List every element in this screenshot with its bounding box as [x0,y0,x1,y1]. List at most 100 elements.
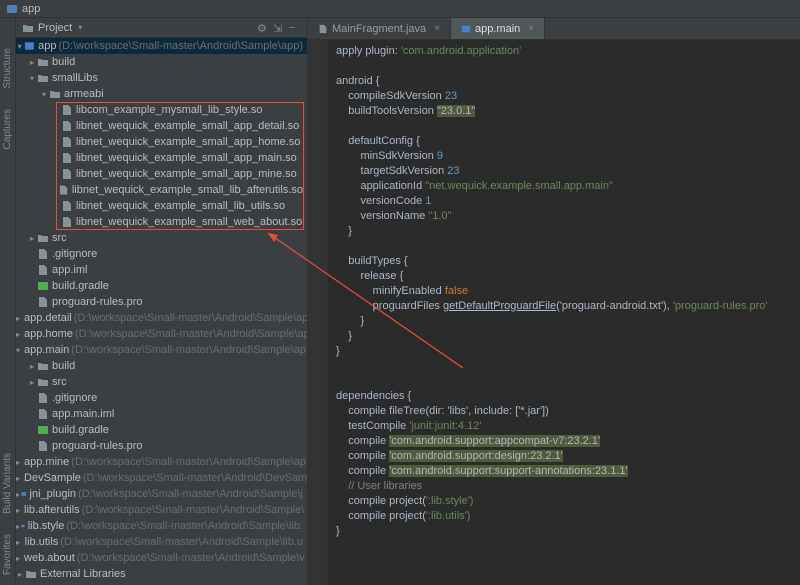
so-file[interactable]: libnet_wequick_example_small_app_mine.so [16,166,307,182]
tree-label: app.main.iml [52,408,114,420]
expand-arrow[interactable]: ▸ [16,570,24,579]
code-editor[interactable]: apply plugin: 'com.android.application' … [328,40,776,585]
file-gitignore[interactable]: .gitignore [16,246,307,262]
expand-arrow[interactable]: ▾ [16,42,23,51]
so-file[interactable]: libnet_wequick_example_small_lib_afterut… [16,182,307,198]
file-icon [58,184,69,196]
module-appmain[interactable]: ▾ app.main (D:\workspace\Small-master\And… [16,342,307,358]
so-file[interactable]: libnet_wequick_example_small_web_about.s… [16,214,307,230]
so-file[interactable]: libnet_wequick_example_small_app_detail.… [16,118,307,134]
module-libafter[interactable]: ▸lib.afterutils (D:\workspace\Small-mast… [16,502,307,518]
module-icon [21,536,22,548]
file-iml[interactable]: app.iml [16,262,307,278]
module-devsample[interactable]: ▸DevSample (D:\workspace\Small-master\An… [16,470,307,486]
expand-arrow[interactable]: ▸ [16,474,20,483]
module-libstyle[interactable]: ▸lib.style (D:\workspace\Small-master\An… [16,518,307,534]
file-buildgradle[interactable]: build.gradle [16,278,307,294]
tw-favorites[interactable]: Favorites [2,534,13,575]
tree-label: build.gradle [52,280,109,292]
folder-build[interactable]: ▸ build [16,54,307,70]
module-webabout[interactable]: ▸web.about (D:\workspace\Small-master\An… [16,550,307,566]
file-buildgradle[interactable]: build.gradle [16,422,307,438]
collapse-icon[interactable]: ⇲ [273,22,285,34]
expand-arrow[interactable]: ▸ [16,330,20,339]
folder-src[interactable]: ▸ src [16,374,307,390]
module-appmine[interactable]: ▸app.mine (D:\workspace\Small-master\And… [16,454,307,470]
so-file[interactable]: libcom_example_mysmall_lib_style.so [16,102,307,118]
expand-arrow[interactable]: ▸ [28,378,36,387]
file-icon [37,408,49,420]
external-libraries[interactable]: ▸External Libraries [16,566,307,582]
folder-smalllibs[interactable]: ▾smallLibs [16,70,307,86]
tree-path: (D:\workspace\Small-master\Android\Sampl… [66,520,303,532]
so-file[interactable]: libnet_wequick_example_small_app_main.so [16,150,307,166]
gear-icon[interactable]: ⚙ [257,22,269,34]
module-apphome[interactable]: ▸app.home (D:\workspace\Small-master\And… [16,326,307,342]
expand-arrow[interactable]: ▸ [16,458,20,467]
expand-arrow[interactable]: ▸ [28,58,36,67]
tw-structure[interactable]: Structure [2,48,13,89]
project-tree: ▾app (D:\workspace\Small-master\Android\… [16,38,307,585]
module-icon [21,488,27,500]
hide-icon[interactable]: − [289,22,301,34]
expand-arrow[interactable]: ▸ [16,314,20,323]
tw-captures[interactable]: Captures [2,109,13,150]
folder-icon [37,72,49,84]
breadcrumb-item[interactable]: app [22,3,40,15]
tw-build-variants[interactable]: Build Variants [2,453,13,514]
expand-arrow[interactable]: ▸ [16,490,20,499]
editor-tab[interactable]: app.main × [451,18,545,39]
file-gitignore[interactable]: .gitignore [16,390,307,406]
expand-arrow[interactable]: ▾ [40,90,48,99]
file-proguard[interactable]: proguard-rules.pro [16,294,307,310]
file-icon [61,120,73,132]
folder-src[interactable]: ▸ src [16,230,307,246]
expand-arrow[interactable]: ▸ [16,522,20,531]
module-jniplugin[interactable]: ▸jni_plugin (D:\workspace\Small-master\A… [16,486,307,502]
tree-label: app.main [24,344,69,356]
tab-label: app.main [475,23,520,35]
code-gutter [308,40,328,585]
so-file[interactable]: libnet_wequick_example_small_lib_utils.s… [16,198,307,214]
expand-arrow[interactable]: ▸ [16,554,20,563]
tree-label: app.home [24,328,73,340]
tree-label: src [52,232,67,244]
file-icon [61,136,73,148]
folder-armeabi[interactable]: ▾armeabi [16,86,307,102]
expand-arrow[interactable]: ▸ [16,506,20,515]
close-icon[interactable]: × [434,23,440,34]
file-iml[interactable]: app.main.iml [16,406,307,422]
module-libutils[interactable]: ▸lib.utils (D:\workspace\Small-master\An… [16,534,307,550]
file-icon [61,216,73,228]
editor-tab[interactable]: MainFragment.java × [308,18,451,39]
close-icon[interactable]: × [528,23,534,34]
tree-path: (D:\workspace\Small-master\Android\Sampl… [78,488,303,500]
file-icon [37,296,49,308]
tree-label: src [52,376,67,388]
module-app[interactable]: ▾app (D:\workspace\Small-master\Android\… [16,38,307,54]
tree-path: (D:\workspace\Small-master\Android\Sampl… [71,344,306,356]
expand-arrow[interactable]: ▾ [28,74,36,83]
expand-arrow[interactable]: ▾ [16,346,20,355]
expand-arrow[interactable]: ▸ [16,538,20,547]
tree-path: (D:\workspace\Small-master\Android\Sampl… [82,504,305,516]
tab-label: MainFragment.java [332,23,426,35]
file-icon [37,264,49,276]
tree-path: (D:\workspace\Small-master\Android\Sampl… [58,40,303,52]
tree-label: build [52,56,75,68]
left-tool-gutter: Structure Captures Build Variants Favori… [0,18,16,585]
so-file[interactable]: libnet_wequick_example_small_app_home.so [16,134,307,150]
module-appdetail[interactable]: ▸app.detail (D:\workspace\Small-master\A… [16,310,307,326]
gradle-icon [461,24,471,34]
folder-icon [37,376,49,388]
tree-label: libnet_wequick_example_small_web_about.s… [76,216,302,228]
tree-label: build [52,360,75,372]
module-icon [21,520,25,532]
folder-icon [37,232,49,244]
file-proguard[interactable]: proguard-rules.pro [16,438,307,454]
expand-arrow[interactable]: ▸ [28,362,36,371]
tree-path: (D:\workspace\Small-master\Android\Sampl… [60,536,303,548]
folder-build[interactable]: ▸ build [16,358,307,374]
tree-label: libnet_wequick_example_small_app_main.so [76,152,297,164]
expand-arrow[interactable]: ▸ [28,234,36,243]
